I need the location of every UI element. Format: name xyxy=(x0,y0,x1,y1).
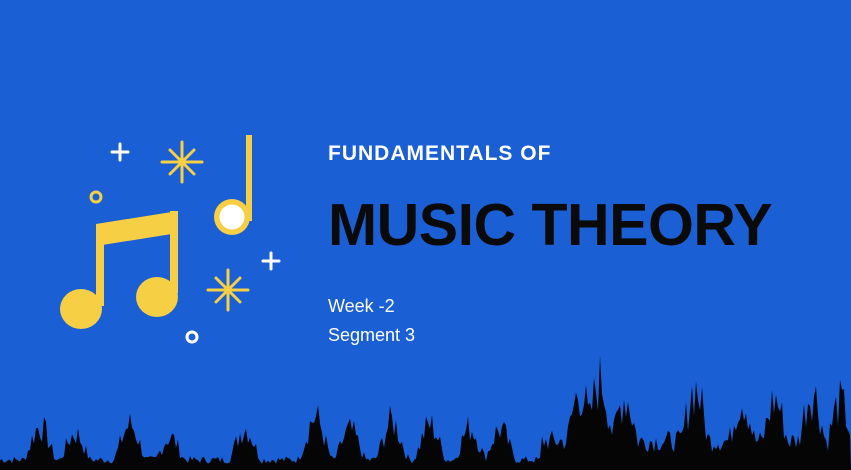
plus-icon xyxy=(261,251,281,271)
title-slide: FUNDAMENTALS OF MUSIC THEORY Week -2 Seg… xyxy=(0,0,851,470)
plus-icon xyxy=(110,142,130,162)
slide-subtitle: FUNDAMENTALS OF xyxy=(328,142,552,165)
music-notes-illustration xyxy=(60,135,281,344)
sparkle-icon xyxy=(160,140,204,184)
audio-waveform xyxy=(0,355,851,470)
circle-icon xyxy=(89,190,103,204)
sparkle-icon xyxy=(206,268,250,312)
quarter-note-icon xyxy=(214,135,252,235)
slide-title: MUSIC THEORY xyxy=(328,192,773,258)
week-label: Week -2 xyxy=(328,296,395,316)
beamed-notes-icon xyxy=(60,211,178,329)
